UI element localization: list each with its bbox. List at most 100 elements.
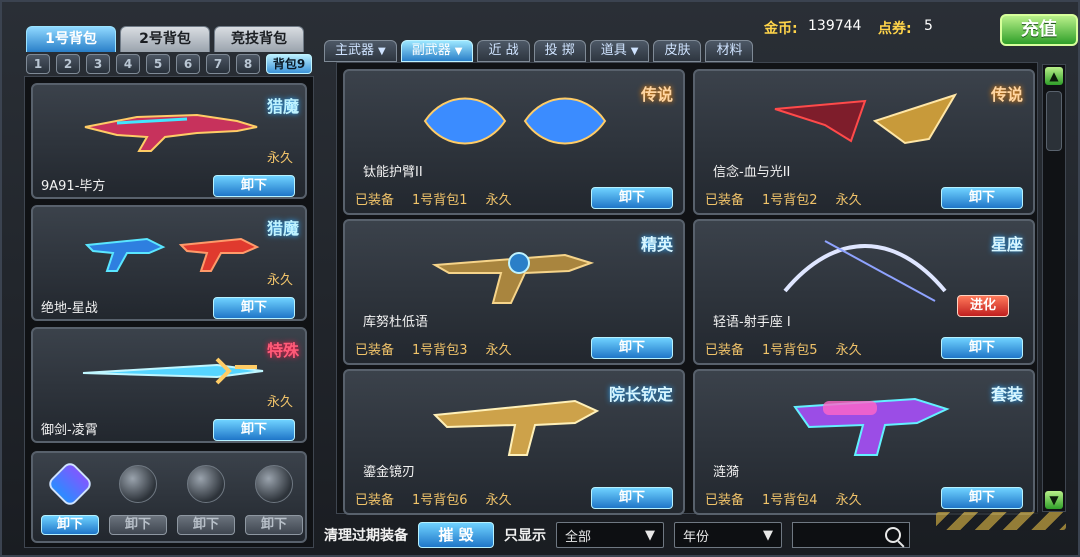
water-gun-image xyxy=(793,397,950,456)
duration: 永久 xyxy=(266,273,293,288)
golden-pistol-image xyxy=(432,399,600,456)
gold-label: 金币: xyxy=(764,21,798,37)
tab-secondary-weapon[interactable]: 副武器 ▼ xyxy=(400,40,474,62)
unequip-button[interactable]: 卸下 xyxy=(941,337,1023,359)
inventory-window: 金币: 139744 点券: 5 充值 1号背包 2号背包 竞技背包 1 2 3… xyxy=(0,0,1080,557)
weapon-meta: 已装备 1号背包4 永久 xyxy=(705,489,862,508)
badge: 猎魔 xyxy=(266,219,299,238)
num-tab-8[interactable]: 8 xyxy=(236,54,260,74)
equipped-status: 已装备 xyxy=(705,343,745,358)
tab-bag-2[interactable]: 2号背包 xyxy=(120,26,210,52)
num-tab-3[interactable]: 3 xyxy=(86,54,110,74)
num-tab-2[interactable]: 2 xyxy=(56,54,80,74)
number-tabs: 1 2 3 4 5 6 7 8 背包9 xyxy=(26,54,312,74)
evolve-button[interactable]: 进化 xyxy=(957,295,1009,317)
unequip-button[interactable]: 卸下 xyxy=(213,419,295,441)
bag-slot: 1号背包5 xyxy=(762,343,818,358)
bag-slot: 1号背包6 xyxy=(412,493,468,508)
weapon-card[interactable]: 星座 进化 轻语-射手座 I 已装备 1号背包5 永久 卸下 xyxy=(693,219,1035,365)
num-tab-5[interactable]: 5 xyxy=(146,54,170,74)
unequip-button[interactable]: 卸下 xyxy=(213,175,295,197)
weapon-name: 涟漪 xyxy=(713,465,740,480)
equipped-status: 已装备 xyxy=(355,343,395,358)
equipped-item: 猎魔 永久 9A91-毕方 卸下 xyxy=(31,83,307,199)
duration: 永久 xyxy=(266,151,293,166)
unequip-button[interactable]: 卸下 xyxy=(941,487,1023,509)
unequip-button[interactable]: 卸下 xyxy=(177,515,235,535)
unequip-button[interactable]: 卸下 xyxy=(41,515,99,535)
num-tab-7[interactable]: 7 xyxy=(206,54,230,74)
scrollbar[interactable]: ▲ ▼ xyxy=(1042,64,1066,512)
chevron-down-icon: ▼ xyxy=(630,46,639,57)
scroll-thumb[interactable] xyxy=(1046,91,1062,151)
clear-expired-label: 清理过期装备 xyxy=(324,528,408,544)
unequip-button[interactable]: 卸下 xyxy=(941,187,1023,209)
badge: 特殊 xyxy=(266,341,299,360)
category-tabs: 主武器 ▼ 副武器 ▼ 近 战 投 掷 道具 ▼ 皮肤 材料 xyxy=(324,40,754,62)
search-icon[interactable] xyxy=(885,527,901,543)
num-tab-1[interactable]: 1 xyxy=(26,54,50,74)
tab-bag-1[interactable]: 1号背包 xyxy=(26,26,116,52)
rarity-badge: 星座 xyxy=(990,235,1023,254)
num-tab-6[interactable]: 6 xyxy=(176,54,200,74)
destroy-button[interactable]: 摧 毁 xyxy=(418,522,494,548)
tab-primary-weapon[interactable]: 主武器 ▼ xyxy=(324,40,397,62)
weapon-card[interactable]: 院长钦定 鎏金镜刃 已装备 1号背包6 永久 卸下 xyxy=(343,369,685,515)
recharge-button[interactable]: 充值 xyxy=(1000,14,1078,46)
num-tab-bag-9[interactable]: 背包9 xyxy=(266,54,312,74)
only-show-label: 只显示 xyxy=(504,528,546,544)
select-value: 全部 xyxy=(565,529,592,545)
filter-year-select[interactable]: 年份 ▼ xyxy=(674,522,782,548)
weapon-meta: 已装备 1号背包5 永久 xyxy=(705,339,862,358)
tab-items[interactable]: 道具 ▼ xyxy=(589,40,650,62)
rarity-badge: 传说 xyxy=(990,85,1023,104)
duration: 永久 xyxy=(485,193,512,208)
weapon-meta: 已装备 1号背包6 永久 xyxy=(355,489,512,508)
cube-icon xyxy=(45,459,95,509)
weapon-meta: 已装备 1号背包1 永久 xyxy=(355,189,512,208)
weapon-name: 信念-血与光II xyxy=(713,165,791,180)
select-value: 年份 xyxy=(683,529,710,545)
bag-slot: 1号背包3 xyxy=(412,343,468,358)
duration: 永久 xyxy=(835,193,862,208)
throwable-slot: 卸下 xyxy=(41,459,99,539)
weapon-card[interactable]: 套装 涟漪 已装备 1号背包4 永久 卸下 xyxy=(693,369,1035,515)
chevron-down-icon: ▼ xyxy=(378,46,386,57)
weapon-name: 钛能护臂II xyxy=(363,165,423,180)
unequip-button[interactable]: 卸下 xyxy=(213,297,295,319)
weapon-grid: 传说 钛能护臂II 已装备 1号背包1 永久 卸下 传说 信念-血与光II 已装… xyxy=(336,62,1038,515)
tab-skins[interactable]: 皮肤 xyxy=(653,40,702,62)
scroll-down-button[interactable]: ▼ xyxy=(1045,491,1063,509)
throwables-bar: 卸下 卸下 卸下 卸下 xyxy=(31,451,307,543)
rarity-badge: 精英 xyxy=(640,235,673,254)
throwable-slot: 卸下 xyxy=(109,463,167,539)
tab-label: 副武器 xyxy=(411,43,451,58)
item-name: 绝地-星战 xyxy=(41,301,98,316)
filter-all-select[interactable]: 全部 ▼ xyxy=(556,522,664,548)
bottom-controls: 清理过期装备 摧 毁 只显示 全部 ▼ 年份 ▼ xyxy=(324,520,1070,550)
unequip-button[interactable]: 卸下 xyxy=(591,187,673,209)
unequip-button[interactable]: 卸下 xyxy=(591,487,673,509)
gold-value: 139744 xyxy=(808,18,862,34)
unequip-button[interactable]: 卸下 xyxy=(591,337,673,359)
unequip-button[interactable]: 卸下 xyxy=(109,515,167,535)
throwable-slot: 卸下 xyxy=(245,463,303,539)
search-input[interactable] xyxy=(792,522,910,548)
tab-throwing[interactable]: 投 掷 xyxy=(533,40,586,62)
bag-slot: 1号背包4 xyxy=(762,493,818,508)
tab-bag-arena[interactable]: 竞技背包 xyxy=(214,26,304,52)
rarity-badge: 院长钦定 xyxy=(608,385,673,404)
chevron-down-icon: ▼ xyxy=(763,527,773,543)
scroll-up-button[interactable]: ▲ xyxy=(1045,67,1063,85)
tab-melee[interactable]: 近 战 xyxy=(477,40,530,62)
tab-materials[interactable]: 材料 xyxy=(705,40,754,62)
weapon-card[interactable]: 传说 信念-血与光II 已装备 1号背包2 永久 卸下 xyxy=(693,69,1035,215)
chevron-down-icon: ▼ xyxy=(645,527,655,543)
duration: 永久 xyxy=(835,493,862,508)
unequip-button[interactable]: 卸下 xyxy=(245,515,303,535)
num-tab-4[interactable]: 4 xyxy=(116,54,140,74)
points-label: 点券: xyxy=(878,21,912,37)
chevron-down-icon: ▼ xyxy=(454,46,463,57)
weapon-card[interactable]: 传说 钛能护臂II 已装备 1号背包1 永久 卸下 xyxy=(343,69,685,215)
weapon-card[interactable]: 精英 库努杜低语 已装备 1号背包3 永久 卸下 xyxy=(343,219,685,365)
